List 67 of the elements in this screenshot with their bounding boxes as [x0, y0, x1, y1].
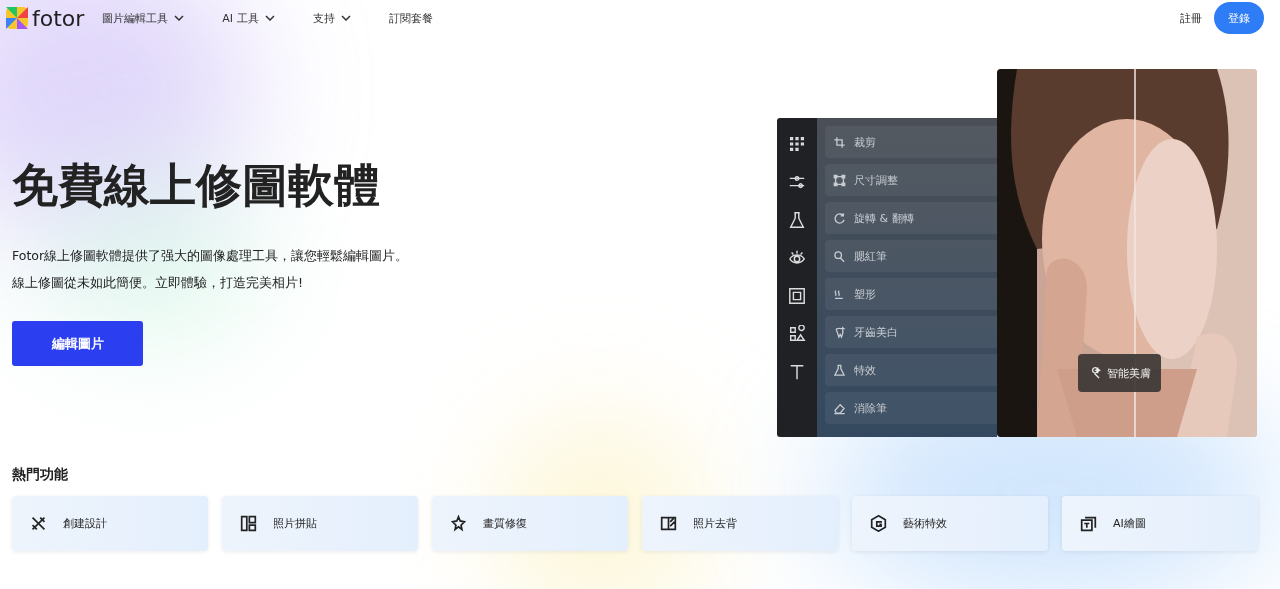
tool-icon [833, 173, 846, 187]
badge-label: 智能美膚 [1107, 365, 1151, 381]
edit-photo-button[interactable]: 編輯圖片 [12, 321, 143, 366]
tool-menu-item[interactable]: 裁剪 [825, 126, 997, 158]
tool-icon [833, 287, 846, 301]
tool-label: 牙齒美白 [854, 324, 898, 340]
feature-label: AI繪圖 [1113, 516, 1146, 531]
feature-card[interactable]: 照片去背 [642, 496, 838, 551]
feature-card[interactable]: 畫質修復 [432, 496, 628, 551]
nav-menu-item[interactable]: 支持 [312, 10, 351, 26]
tool-label: 裁剪 [854, 134, 876, 150]
tool-menu-item[interactable]: 尺寸調整 [825, 164, 997, 196]
smart-beauty-badge[interactable]: 智能美膚 [1078, 354, 1161, 392]
tool-icon [833, 363, 846, 377]
tool-icon [833, 401, 846, 415]
feature-card[interactable]: 創建設計 [12, 496, 208, 551]
logo-text[interactable]: fotor [32, 5, 85, 31]
section-heading: 熱門功能 [12, 466, 69, 484]
caret-icon [174, 15, 185, 21]
feature-label: 照片拼貼 [273, 516, 317, 531]
feature-icon [870, 515, 887, 532]
tool-label: 消除筆 [854, 400, 887, 416]
tool-icon[interactable] [788, 287, 806, 305]
tool-icon [833, 135, 846, 149]
login-button[interactable]: 登錄 [1214, 2, 1264, 34]
feature-card[interactable]: 照片拼貼 [222, 496, 418, 551]
signup-link[interactable]: 註冊 [1180, 10, 1202, 26]
hero-title: 免費線上修圖軟體 [12, 157, 381, 214]
tool-menu-item[interactable]: 腮紅筆 [825, 240, 997, 272]
feature-label: 藝術特效 [903, 516, 947, 531]
feature-label: 照片去背 [693, 516, 737, 531]
nav-menu-item[interactable]: AI 工具 [222, 10, 275, 26]
tool-label: 特效 [854, 362, 876, 378]
nav-menu-item[interactable]: 訂閱套餐 [388, 10, 433, 26]
tool-icon [833, 249, 846, 263]
tool-menu-item[interactable]: 牙齒美白 [825, 316, 997, 348]
feature-icon [240, 515, 257, 532]
tool-icon[interactable] [788, 173, 806, 191]
tool-icon[interactable] [788, 135, 806, 153]
feature-icon [1080, 515, 1097, 532]
tool-icon [833, 211, 846, 225]
feature-card[interactable]: 藝術特效 [852, 496, 1048, 551]
tool-icon[interactable] [788, 363, 806, 381]
feature-icon [660, 515, 677, 532]
tool-icon[interactable] [788, 211, 806, 229]
tool-icon [833, 325, 846, 339]
hero-description: Fotor線上修圖軟體提供了强大的圖像處理工具，讓您輕鬆編輯圖片。 [12, 247, 410, 265]
tool-menu-item[interactable]: 旋轉 & 翻轉 [825, 202, 997, 234]
caret-icon [340, 15, 351, 21]
tool-label: 塑形 [854, 286, 876, 302]
hero-description: 線上修圖從未如此簡便。立即體驗，打造完美相片! [12, 274, 304, 292]
logo-icon [6, 7, 28, 29]
tool-menu-item[interactable]: 塑形 [825, 278, 997, 310]
feature-label: 創建設計 [63, 516, 107, 531]
tool-menu-item[interactable]: 消除筆 [825, 392, 997, 424]
feature-icon [30, 515, 47, 532]
nav-menu-item[interactable]: 圖片編輯工具 [102, 10, 185, 26]
tool-label: 尺寸調整 [854, 172, 898, 188]
caret-icon [264, 15, 275, 21]
tool-menu-item[interactable]: 特效 [825, 354, 997, 386]
tool-label: 腮紅筆 [854, 248, 887, 264]
feature-label: 畫質修復 [483, 516, 527, 531]
tool-icon[interactable] [788, 249, 806, 267]
tool-icon[interactable] [788, 325, 806, 343]
tool-label: 旋轉 & 翻轉 [854, 210, 914, 226]
feature-icon [450, 515, 467, 532]
feature-card[interactable]: AI繪圖 [1062, 496, 1258, 551]
